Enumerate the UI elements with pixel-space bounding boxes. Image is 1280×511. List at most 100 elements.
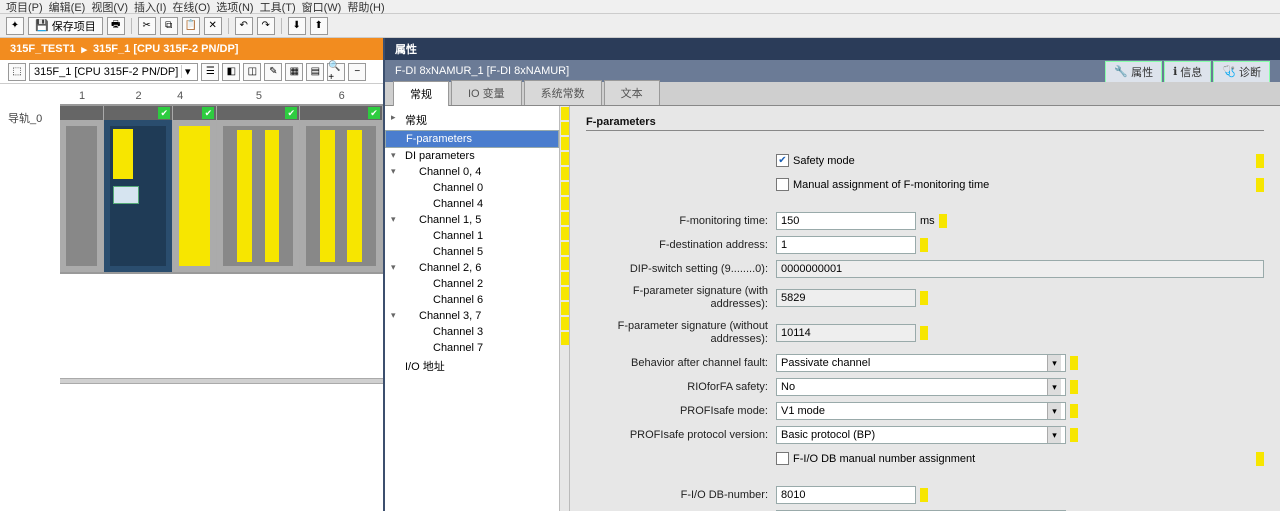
hw-btn-a[interactable]: ☰ xyxy=(201,63,219,81)
slot-num: 6 xyxy=(300,90,383,102)
nav-ch-2[interactable]: Channel 2 xyxy=(385,276,559,292)
rail-label: 导轨_0 xyxy=(8,110,42,126)
hw-btn-f[interactable]: ▤ xyxy=(306,63,324,81)
menu-item[interactable]: 项目(P) xyxy=(6,0,43,15)
nav-tree[interactable]: ▸常规 F-parameters ▾DI parameters ▾Channel… xyxy=(385,106,560,511)
bc-device[interactable]: 315F_1 [CPU 315F-2 PN/DP] xyxy=(93,43,239,55)
menu-item[interactable]: 插入(I) xyxy=(134,0,166,15)
slot-module-5[interactable]: ✔ xyxy=(217,106,300,272)
slot-num: 2 xyxy=(104,90,173,102)
nav-ch-0[interactable]: Channel 0 xyxy=(385,180,559,196)
nav-ch-37[interactable]: ▾Channel 3, 7 xyxy=(385,308,559,324)
save-project-button[interactable]: 💾 保存项目 xyxy=(28,17,103,35)
splitter-h[interactable] xyxy=(60,378,383,384)
menu-item[interactable]: 窗口(W) xyxy=(302,0,342,15)
beh-select[interactable]: Passivate channel▾ xyxy=(776,354,1066,372)
slot-module-6[interactable]: ✔ xyxy=(300,106,383,272)
tab-general[interactable]: 常规 xyxy=(393,81,449,106)
properties-icon: 🔧 xyxy=(1114,65,1128,78)
menu-item[interactable]: 工具(T) xyxy=(260,0,296,15)
psm-select[interactable]: V1 mode▾ xyxy=(776,402,1066,420)
main-toolbar: ✦ 💾 保存项目 🖶 ✂ ⧉ 📋 ✕ ↶ ↷ ⬇ ⬆ xyxy=(0,14,1280,38)
slot-narrow[interactable]: ✔ xyxy=(173,106,217,272)
device-selector[interactable]: 315F_1 [CPU 315F-2 PN/DP] ▾ xyxy=(29,63,198,81)
ok-icon: ✔ xyxy=(202,107,214,119)
tab-label: 诊断 xyxy=(1239,64,1261,80)
slot-ps[interactable] xyxy=(60,106,104,272)
nav-di-parameters[interactable]: ▾DI parameters xyxy=(385,148,559,164)
download-button[interactable]: ⬇ xyxy=(288,17,306,35)
breadcrumb: 315F_TEST1 ▸ 315F_1 [CPU 315F-2 PN/DP] xyxy=(0,38,383,60)
dip-input xyxy=(776,260,1264,278)
manual-mon-checkbox[interactable] xyxy=(776,178,789,191)
tab-sys-const[interactable]: 系统常数 xyxy=(524,80,602,105)
menu-item[interactable]: 在线(O) xyxy=(172,0,210,15)
nav-general[interactable]: ▸常规 xyxy=(385,110,559,130)
beh-value: Passivate channel xyxy=(781,357,870,369)
fmon-label: F-monitoring time: xyxy=(586,215,776,227)
cut-button[interactable]: ✂ xyxy=(138,17,156,35)
tab-properties[interactable]: 🔧 属性 xyxy=(1105,61,1162,82)
slot-num: 4 xyxy=(173,90,217,102)
menu-item[interactable]: 帮助(H) xyxy=(347,0,384,15)
slot-num: 1 xyxy=(60,90,104,102)
nav-f-parameters[interactable]: F-parameters xyxy=(385,130,559,148)
sigw-input xyxy=(776,289,916,307)
topology-button[interactable]: ⬚ xyxy=(8,63,26,81)
nav-ch-4[interactable]: Channel 4 xyxy=(385,196,559,212)
zoom-out-button[interactable]: − xyxy=(348,63,366,81)
print-button[interactable]: 🖶 xyxy=(107,17,125,35)
ok-icon: ✔ xyxy=(368,107,380,119)
bc-project[interactable]: 315F_TEST1 xyxy=(10,43,75,55)
chevron-down-icon: ▾ xyxy=(1047,379,1061,395)
nav-ch-04[interactable]: ▾Channel 0, 4 xyxy=(385,164,559,180)
menu-item[interactable]: 视图(V) xyxy=(91,0,128,15)
new-button[interactable]: ✦ xyxy=(6,17,24,35)
fio-manual-checkbox[interactable] xyxy=(776,452,789,465)
save-label: 保存项目 xyxy=(52,18,96,34)
f-marker xyxy=(1256,154,1264,168)
redo-button[interactable]: ↷ xyxy=(257,17,275,35)
nav-ch-6[interactable]: Channel 6 xyxy=(385,292,559,308)
hw-btn-d[interactable]: ✎ xyxy=(264,63,282,81)
upload-button[interactable]: ⬆ xyxy=(310,17,328,35)
chevron-right-icon: ▸ xyxy=(81,43,87,56)
zoom-in-button[interactable]: 🔍+ xyxy=(327,63,345,81)
hw-btn-c[interactable]: ◫ xyxy=(243,63,261,81)
fmon-input[interactable] xyxy=(776,212,916,230)
fion-input[interactable] xyxy=(776,486,916,504)
slot-cpu[interactable]: ✔ xyxy=(104,106,173,272)
sigw-label: F-parameter signature (with addresses): xyxy=(586,285,776,311)
undo-button[interactable]: ↶ xyxy=(235,17,253,35)
nav-ch-5[interactable]: Channel 5 xyxy=(385,244,559,260)
tab-texts[interactable]: 文本 xyxy=(604,80,660,105)
hw-btn-b[interactable]: ◧ xyxy=(222,63,240,81)
tab-label: 信息 xyxy=(1180,64,1202,80)
info-icon: ℹ xyxy=(1173,65,1177,78)
menubar[interactable]: 项目(P) 编辑(E) 视图(V) 插入(I) 在线(O) 选项(N) 工具(T… xyxy=(0,0,1280,14)
menu-item[interactable]: 选项(N) xyxy=(216,0,253,15)
delete-button[interactable]: ✕ xyxy=(204,17,222,35)
nav-ch-26[interactable]: ▾Channel 2, 6 xyxy=(385,260,559,276)
menu-item[interactable]: 编辑(E) xyxy=(49,0,86,15)
nav-ch-1[interactable]: Channel 1 xyxy=(385,228,559,244)
tab-info[interactable]: ℹ 信息 xyxy=(1164,61,1211,82)
paste-button[interactable]: 📋 xyxy=(182,17,200,35)
psv-select[interactable]: Basic protocol (BP)▾ xyxy=(776,426,1066,444)
nav-ch-15[interactable]: ▾Channel 1, 5 xyxy=(385,212,559,228)
toolbar-sep xyxy=(131,18,132,34)
nav-ch-3[interactable]: Channel 3 xyxy=(385,324,559,340)
tab-label: 属性 xyxy=(1131,64,1153,80)
copy-button[interactable]: ⧉ xyxy=(160,17,178,35)
nav-ch-7[interactable]: Channel 7 xyxy=(385,340,559,356)
f-marker xyxy=(1256,178,1264,192)
safety-mode-checkbox[interactable]: ✔ xyxy=(776,154,789,167)
tab-io-vars[interactable]: IO 变量 xyxy=(451,80,522,105)
ok-icon: ✔ xyxy=(285,107,297,119)
tab-diagnostics[interactable]: 🩺 诊断 xyxy=(1213,61,1270,82)
hw-btn-e[interactable]: ▦ xyxy=(285,63,303,81)
fdest-input[interactable] xyxy=(776,236,916,254)
nav-io-address[interactable]: I/O 地址 xyxy=(385,356,559,376)
rack-view[interactable]: 1 2 4 5 6 导轨_0 ✔ ✔ xyxy=(0,84,383,511)
rio-select[interactable]: No▾ xyxy=(776,378,1066,396)
